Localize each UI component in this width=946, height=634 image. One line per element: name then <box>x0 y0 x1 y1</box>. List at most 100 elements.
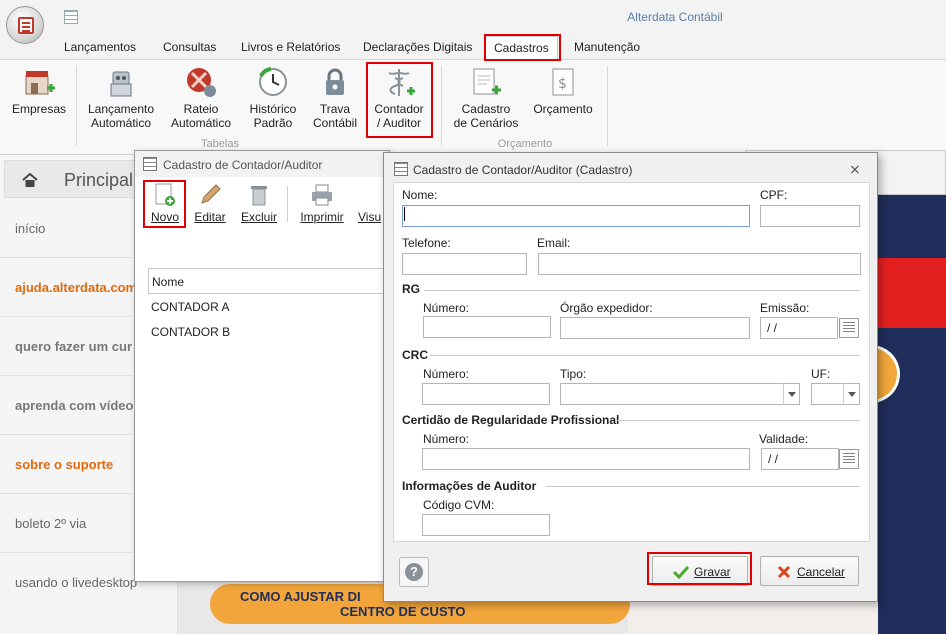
home-icon[interactable] <box>22 172 38 187</box>
tab-lancamentos[interactable]: Lançamentos <box>64 40 136 54</box>
title-bar <box>0 0 946 36</box>
sidebar-item-livedesktop[interactable]: usando o livedesktop <box>15 575 137 590</box>
novo-button[interactable]: Novo <box>147 183 183 224</box>
divider <box>0 493 132 494</box>
lancamento-automatico-button[interactable]: Lançamento Automático <box>84 66 158 130</box>
cadastro-cenarios-button[interactable]: Cadastro de Cenários <box>450 66 522 130</box>
checkmark-icon <box>673 565 689 579</box>
divider <box>430 355 860 356</box>
sidebar-item-videos[interactable]: aprenda com vídeo <box>15 398 133 413</box>
emissao-date-value: / / <box>767 321 778 335</box>
telefone-field[interactable] <box>402 253 527 275</box>
orgao-expedidor-label: Órgão expedidor: <box>560 301 653 315</box>
email-label: Email: <box>537 236 571 250</box>
email-field[interactable] <box>538 253 861 275</box>
uf-label: UF: <box>811 367 831 381</box>
ribbon-separator <box>76 66 77 146</box>
calendar-icon[interactable] <box>839 318 859 338</box>
caduceus-icon <box>383 66 415 98</box>
imprimir-button[interactable]: Imprimir <box>296 183 348 224</box>
tipo-label: Tipo: <box>560 367 587 381</box>
editar-button[interactable]: Editar <box>192 183 228 224</box>
codigo-cvm-field[interactable] <box>422 514 550 536</box>
toolbar-separator <box>287 186 288 222</box>
contador-auditor-button[interactable]: Contador / Auditor <box>369 66 429 130</box>
ribbon-separator <box>441 66 442 146</box>
document-add-icon <box>470 66 502 98</box>
sidebar-item-ajuda[interactable]: ajuda.alterdata.com <box>15 280 137 295</box>
rateio-automatico-button[interactable]: Rateio Automático <box>167 66 235 130</box>
rateio-icon <box>185 66 217 98</box>
crc-numero-label: Número: <box>423 367 470 381</box>
dialog-title: Cadastro de Contador/Auditor (Cadastro) <box>413 163 633 177</box>
sidebar-item-boleto[interactable]: boleto 2º via <box>15 516 86 531</box>
nome-field[interactable] <box>402 205 750 227</box>
table-row[interactable]: CONTADOR A <box>151 300 229 314</box>
divider <box>0 257 132 258</box>
auditor-section-title: Informações de Auditor <box>402 479 537 493</box>
printer-icon <box>310 183 334 207</box>
validade-label: Validade: <box>759 432 809 446</box>
menu-bar <box>0 36 946 60</box>
certidao-numero-field[interactable] <box>422 448 750 470</box>
cancel-x-icon <box>777 565 791 579</box>
pencil-icon <box>198 183 222 207</box>
column-header-nome[interactable]: Nome <box>152 275 184 289</box>
app-menu-button[interactable] <box>6 6 44 44</box>
budget-document-icon: $ <box>547 66 579 98</box>
gravar-button[interactable]: Gravar <box>652 556 748 586</box>
promo-red-block <box>878 258 946 328</box>
table-row[interactable]: CONTADOR B <box>151 325 230 339</box>
divider <box>616 420 860 421</box>
empresas-button[interactable]: Empresas <box>10 66 68 116</box>
tab-livros-relatorios[interactable]: Livros e Relatórios <box>241 40 340 54</box>
chevron-down-icon[interactable] <box>843 383 859 405</box>
sidebar-item-suporte[interactable]: sobre o suporte <box>15 457 113 472</box>
validade-date-value: / / <box>768 452 779 466</box>
sidebar-item-inicio[interactable]: início <box>15 221 45 236</box>
ribbon-separator <box>607 66 608 146</box>
tab-manutencao[interactable]: Manutenção <box>574 40 640 54</box>
orcamento-button[interactable]: $ Orçamento <box>530 66 596 116</box>
text-caret <box>404 207 405 221</box>
calendar-icon[interactable] <box>839 449 859 469</box>
store-icon <box>23 66 55 98</box>
certidao-section-title: Certidão de Regularidade Profissional <box>402 413 620 427</box>
svg-text:$: $ <box>558 76 567 92</box>
help-button[interactable]: ? <box>399 557 429 587</box>
lock-icon <box>319 66 351 98</box>
divider <box>0 552 132 553</box>
orgao-expedidor-field[interactable] <box>560 317 750 339</box>
preview-icon <box>358 183 382 207</box>
quick-access-calculator-icon[interactable] <box>64 10 78 24</box>
close-icon[interactable]: ⨯ <box>849 161 861 178</box>
sidebar-item-curso[interactable]: quero fazer um cur <box>15 339 132 354</box>
divider <box>0 434 132 435</box>
historico-padrao-button[interactable]: Histórico Padrão <box>243 66 303 130</box>
help-icon: ? <box>405 563 423 581</box>
tipo-select[interactable] <box>560 383 800 405</box>
cancelar-button[interactable]: Cancelar <box>760 556 859 586</box>
tab-consultas[interactable]: Consultas <box>163 40 216 54</box>
app-title: Alterdata Contábil <box>627 10 723 24</box>
cpf-field[interactable] <box>760 205 860 227</box>
trava-contabil-button[interactable]: Trava Contábil <box>309 66 361 130</box>
dialog-icon <box>394 162 408 176</box>
rg-numero-field[interactable] <box>423 316 551 338</box>
clock-history-icon <box>257 66 289 98</box>
excluir-button[interactable]: Excluir <box>239 183 279 224</box>
divider <box>546 486 860 487</box>
app-logo-icon <box>18 17 34 34</box>
ribbon-group-orcamento: Orçamento <box>497 138 553 150</box>
codigo-cvm-label: Código CVM: <box>423 498 495 512</box>
divider <box>0 375 132 376</box>
crc-numero-field[interactable] <box>422 383 550 405</box>
grid-header[interactable] <box>148 268 390 294</box>
window-icon <box>143 157 157 171</box>
certidao-numero-label: Número: <box>423 432 470 446</box>
tab-declaracoes-digitais[interactable]: Declarações Digitais <box>363 40 472 54</box>
crc-section-title: CRC <box>402 348 428 362</box>
cpf-label: CPF: <box>760 188 788 202</box>
tab-cadastros[interactable]: Cadastros <box>485 36 558 61</box>
chevron-down-icon[interactable] <box>783 383 799 405</box>
